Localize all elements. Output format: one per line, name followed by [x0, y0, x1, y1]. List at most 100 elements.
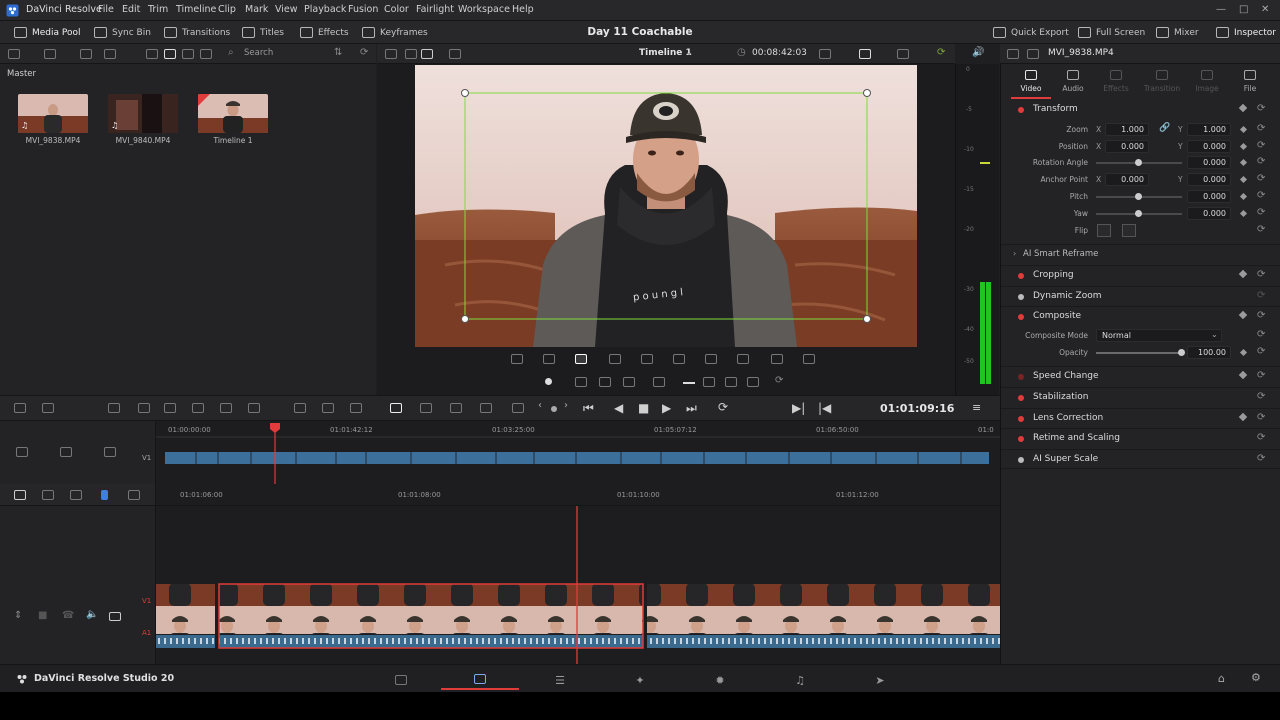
dynamic-zoom-icon[interactable] [575, 354, 587, 364]
maximize-icon[interactable]: □ [1239, 4, 1248, 15]
lower-timeline[interactable] [156, 506, 1000, 664]
sync-bin-button[interactable]: Sync Bin [94, 25, 151, 40]
reset-icon[interactable]: ⟳ [1257, 103, 1265, 114]
menu-view[interactable]: View [275, 4, 298, 15]
lower-timeline-ruler[interactable]: 01:01:06:00 01:01:08:00 01:01:10:00 01:0… [156, 484, 1000, 506]
subtitle-icon[interactable] [737, 354, 749, 364]
go-to-end-icon[interactable]: ⏭ [686, 401, 697, 416]
reset-icon[interactable]: ⟳ [1257, 432, 1265, 443]
more-tools-icon[interactable] [803, 354, 815, 364]
keyframes-button[interactable]: Keyframes [362, 25, 428, 40]
upper-timeline[interactable]: 01:00:00:00 01:01:42:12 01:03:25:00 01:0… [156, 421, 1000, 484]
rotation-slider[interactable] [1096, 159, 1182, 166]
close-icon[interactable]: ✕ [1261, 4, 1269, 15]
edit-tool-3-icon[interactable] [108, 403, 120, 413]
lock-icon[interactable]: ■ [38, 610, 47, 621]
headphones-icon[interactable]: ☎ [62, 610, 74, 621]
menu-clip[interactable]: Clip [218, 4, 236, 15]
edit-tool-7-icon[interactable] [220, 403, 232, 413]
reset-icon[interactable]: ⟳ [1257, 391, 1265, 402]
dynamic-zoom-section[interactable]: Dynamic Zoom ⟳ [1001, 286, 1280, 306]
pitch-slider[interactable] [1096, 193, 1182, 200]
menu-workspace[interactable]: Workspace [458, 4, 510, 15]
menu-edit[interactable]: Edit [122, 4, 140, 15]
reset-icon[interactable]: ⟳ [1257, 207, 1265, 218]
zoom-x-field[interactable]: 1.000 [1105, 123, 1149, 136]
ease-out-icon[interactable] [725, 377, 737, 387]
reset-icon[interactable]: ⟳ [1257, 290, 1265, 301]
ai-super-scale-section[interactable]: AI Super Scale ⟳ [1001, 449, 1280, 469]
minimize-icon[interactable]: — [1216, 4, 1226, 15]
search-input[interactable]: Search [244, 48, 273, 58]
ease-in-icon[interactable] [703, 377, 715, 387]
tab-transition[interactable]: Transition [1142, 70, 1182, 93]
crop-transform-icon[interactable] [511, 354, 523, 364]
keyframe-icon[interactable] [1239, 158, 1248, 167]
keyframe-icon[interactable] [1239, 192, 1248, 201]
go-to-start-icon[interactable]: ⏮ [583, 401, 594, 416]
mixer-button[interactable]: Mixer [1156, 25, 1199, 40]
enable-toggle-icon[interactable] [1018, 374, 1024, 380]
transform-section[interactable]: Transform ⟳ [1001, 100, 1280, 120]
reset-icon[interactable]: ⟳ [1257, 453, 1265, 464]
metadata-view-icon[interactable] [200, 49, 212, 59]
rotation-field[interactable]: 0.000 [1187, 156, 1231, 169]
flip-horizontal-icon[interactable] [1097, 224, 1111, 237]
tab-audio[interactable]: Audio [1053, 70, 1093, 93]
keyframe-icon[interactable] [1238, 269, 1248, 279]
keyframe-icon[interactable] [1238, 370, 1248, 380]
edit-tool-13-icon[interactable] [480, 403, 492, 413]
slider-knob[interactable] [1135, 210, 1142, 217]
menu-icon[interactable]: ≡ [972, 401, 981, 414]
track-tool-1-icon[interactable] [16, 447, 28, 457]
tab-effects[interactable]: Effects [1096, 70, 1136, 93]
tab-image[interactable]: Image [1187, 70, 1227, 93]
menu-playback[interactable]: Playback [304, 4, 346, 15]
timeline-selector[interactable]: Timeline 1 [639, 48, 692, 58]
opacity-slider[interactable] [1096, 349, 1185, 356]
cropping-section[interactable]: Cropping ⟳ [1001, 265, 1280, 285]
edit-tool-6-icon[interactable] [192, 403, 204, 413]
fairlight-page-button[interactable]: ♫ [761, 670, 839, 690]
enable-toggle-icon[interactable] [1018, 457, 1024, 463]
menu-help[interactable]: Help [512, 4, 534, 15]
fusion-page-button[interactable]: ✦ [601, 670, 679, 690]
viewer-layout-icon[interactable] [385, 49, 397, 59]
ai-smart-reframe-section[interactable]: › AI Smart Reframe [1001, 244, 1280, 264]
link-icon[interactable]: 🔗 [1159, 123, 1170, 133]
edit-tool-2-icon[interactable] [42, 403, 54, 413]
media-page-button[interactable] [362, 670, 440, 690]
grid-view-icon[interactable] [164, 49, 176, 59]
keyframe-tool-3-icon[interactable] [623, 377, 635, 387]
slider-knob[interactable] [1135, 159, 1142, 166]
mark-out-icon[interactable]: |◀ [818, 401, 831, 415]
enable-toggle-icon[interactable] [1018, 273, 1024, 279]
list-view-icon[interactable] [182, 49, 194, 59]
monitor-icon[interactable] [109, 612, 121, 621]
edit-tool-12-icon[interactable] [450, 403, 462, 413]
speaker-icon[interactable]: 🔊 [972, 47, 984, 58]
keyframe-icon[interactable] [1239, 175, 1248, 184]
cut-page-button[interactable] [441, 670, 519, 690]
media-clip[interactable]: ♫ MVI_9838.MP4 [18, 94, 88, 145]
edit-tool-10-icon[interactable] [322, 403, 334, 413]
play-icon[interactable]: ▶ [662, 401, 671, 415]
color-page-button[interactable]: ✹ [681, 670, 759, 690]
new-bin-icon[interactable] [44, 49, 56, 59]
menu-file[interactable]: File [98, 4, 114, 15]
composite-mode-dropdown[interactable]: Normal ⌄ [1096, 329, 1222, 342]
mark-in-icon[interactable]: ▶| [792, 401, 805, 415]
reset-icon[interactable]: ⟳ [1257, 412, 1265, 423]
edit-tool-5-icon[interactable] [164, 403, 176, 413]
bin-label-master[interactable]: Master [7, 69, 36, 79]
loop-icon[interactable]: ⟳ [718, 400, 728, 414]
chevron-down-icon[interactable]: ⌄ [685, 47, 693, 58]
reset-icon[interactable]: ⟳ [1257, 269, 1265, 280]
search-icon[interactable]: ⌕ [228, 47, 234, 58]
enable-toggle-icon[interactable] [1018, 314, 1024, 320]
menu-mark[interactable]: Mark [245, 4, 268, 15]
marker-icon[interactable] [128, 490, 140, 500]
keyframe-tool-2-icon[interactable] [599, 377, 611, 387]
full-screen-button[interactable]: Full Screen [1078, 25, 1145, 40]
tab-file[interactable]: File [1230, 70, 1270, 93]
